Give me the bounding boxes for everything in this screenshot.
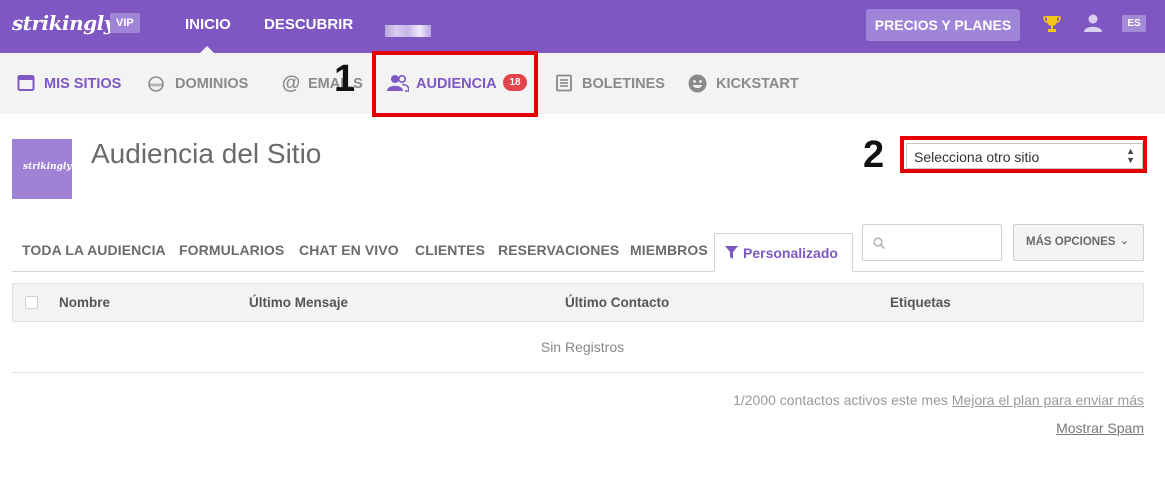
tab-personalizado-label: Personalizado bbox=[743, 245, 838, 261]
subnav-kickstart[interactable]: KICKSTART bbox=[716, 76, 799, 92]
top-bar: strikingly VIP INICIO DESCUBRIR PRECIOS … bbox=[0, 0, 1165, 54]
site-thumbnail-logo: strikingly bbox=[23, 162, 72, 172]
smiley-icon bbox=[688, 74, 707, 98]
site-select-value: Selecciona otro sitio bbox=[914, 149, 1040, 165]
more-options-button[interactable]: MÁS OPCIONES ⌄ bbox=[1013, 224, 1144, 261]
select-all-checkbox[interactable] bbox=[25, 296, 38, 309]
column-nombre[interactable]: Nombre bbox=[59, 295, 110, 310]
column-etiquetas[interactable]: Etiquetas bbox=[890, 295, 951, 310]
annotation-number-2: 2 bbox=[863, 134, 885, 176]
empty-table-message: Sin Registros bbox=[540, 339, 625, 355]
tabs-divider bbox=[12, 271, 1144, 272]
column-ultimo-mensaje[interactable]: Último Mensaje bbox=[249, 295, 348, 310]
tab-chat-en-vivo[interactable]: CHAT EN VIVO bbox=[299, 242, 399, 258]
search-box[interactable] bbox=[862, 224, 1002, 261]
at-icon: @ bbox=[281, 73, 301, 98]
vip-badge: VIP bbox=[110, 13, 140, 33]
svg-text:@: @ bbox=[282, 73, 301, 93]
table-bottom-divider bbox=[12, 372, 1144, 373]
annotation-number-1: 1 bbox=[334, 58, 356, 100]
contacts-usage: 1/2000 contactos activos este mes Mejora… bbox=[733, 392, 1144, 408]
nav-descubrir[interactable]: DESCUBRIR bbox=[264, 16, 353, 33]
page-title: Audiencia del Sitio bbox=[91, 138, 322, 169]
tab-formularios[interactable]: FORMULARIOS bbox=[179, 242, 284, 258]
annotation-box-audiencia bbox=[372, 51, 538, 117]
trophy-icon[interactable] bbox=[1042, 14, 1062, 39]
tab-personalizado[interactable]: Personalizado bbox=[714, 233, 853, 272]
contacts-usage-text: 1/2000 contactos activos este mes bbox=[733, 392, 948, 408]
search-input[interactable] bbox=[893, 233, 993, 253]
column-ultimo-contacto[interactable]: Último Contacto bbox=[565, 295, 669, 310]
subnav-boletines[interactable]: BOLETINES bbox=[582, 76, 665, 92]
select-arrows-icon: ▲ ▼ bbox=[1126, 146, 1135, 165]
tab-reservaciones[interactable]: RESERVACIONES bbox=[498, 242, 619, 258]
search-icon bbox=[873, 236, 886, 254]
www-icon: www bbox=[145, 76, 167, 97]
site-select-dropdown[interactable]: Selecciona otro sitio ▲ ▼ bbox=[906, 143, 1143, 169]
subnav-mis-sitios[interactable]: MIS SITIOS bbox=[44, 76, 121, 92]
table-header: Nombre Último Mensaje Último Contacto Et… bbox=[12, 283, 1144, 322]
strikingly-logo[interactable]: strikingly bbox=[12, 11, 115, 35]
language-selector[interactable]: ES bbox=[1122, 15, 1146, 32]
tab-miembros[interactable]: MIEMBROS bbox=[630, 242, 708, 258]
pricing-plans-button[interactable]: PRECIOS Y PLANES bbox=[866, 9, 1020, 41]
user-account-icon[interactable] bbox=[1083, 13, 1103, 38]
chevron-down-icon: ⌄ bbox=[1119, 235, 1129, 247]
show-spam-link[interactable]: Mostrar Spam bbox=[1056, 420, 1144, 436]
more-options-label: MÁS OPCIONES bbox=[1026, 236, 1116, 248]
subnav-dominios[interactable]: DOMINIOS bbox=[175, 76, 248, 92]
upgrade-plan-link[interactable]: Mejora el plan para enviar más bbox=[952, 392, 1144, 408]
tab-toda-la-audiencia[interactable]: TODA LA AUDIENCIA bbox=[22, 242, 166, 258]
blurred-site-name bbox=[385, 25, 431, 37]
tab-clientes[interactable]: CLIENTES bbox=[415, 242, 485, 258]
newsletter-icon bbox=[555, 74, 573, 97]
browser-window-icon bbox=[17, 74, 35, 97]
svg-text:www: www bbox=[149, 83, 164, 89]
nav-inicio[interactable]: INICIO bbox=[185, 16, 231, 33]
sub-navigation: MIS SITIOS www DOMINIOS @ EMAILS AUDIENC… bbox=[0, 53, 1165, 114]
filter-icon bbox=[725, 246, 738, 265]
site-thumbnail[interactable]: strikingly bbox=[12, 139, 72, 199]
